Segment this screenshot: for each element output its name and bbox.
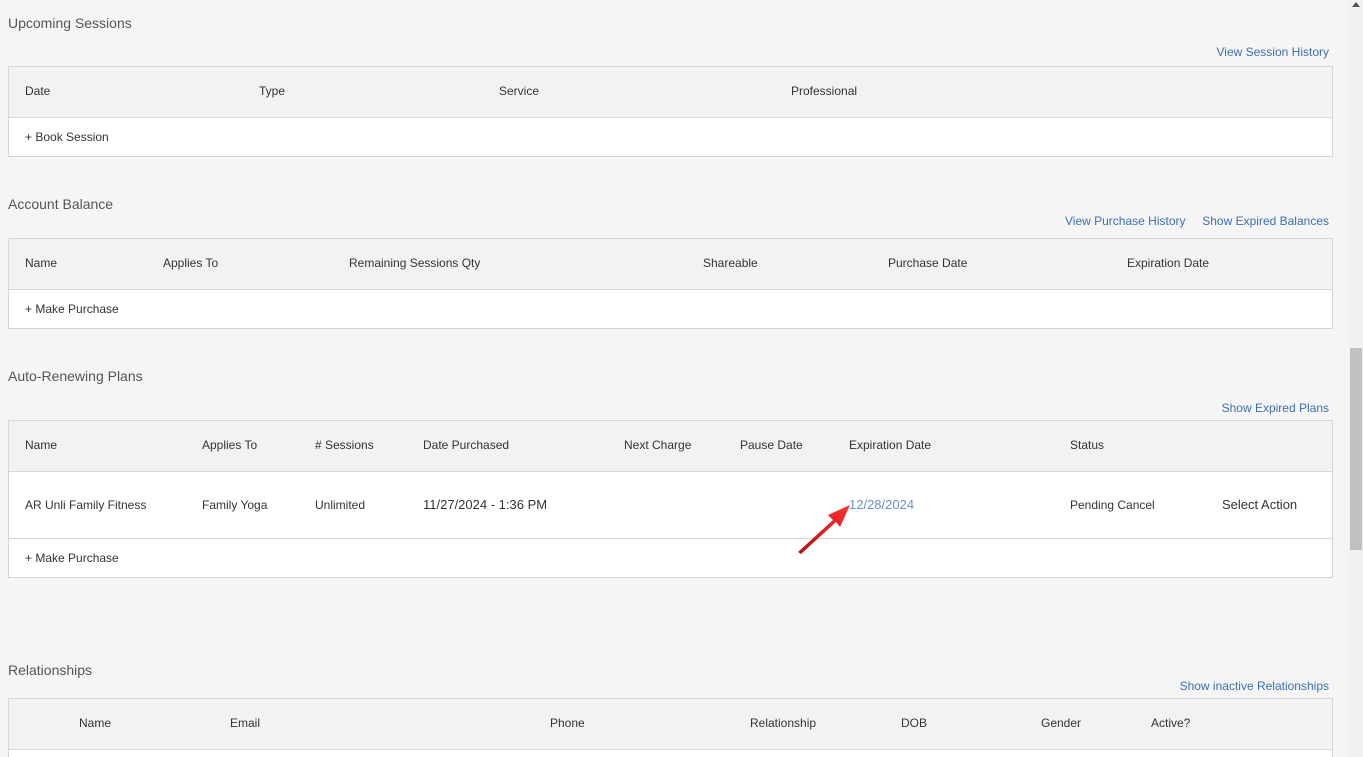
column-header-name: Name [79, 716, 112, 730]
table-header: Name Applies To Remaining Sessions Qty S… [9, 239, 1332, 290]
book-session-link[interactable]: + Book Session [25, 130, 109, 144]
column-header-applies-to: Applies To [163, 256, 219, 270]
column-header-relationship: Relationship [750, 716, 817, 730]
vertical-scrollbar[interactable] [1349, 0, 1363, 757]
show-expired-plans-link[interactable]: Show Expired Plans [1222, 401, 1329, 415]
upcoming-sessions-table: Date Type Service Professional + Book Se… [8, 66, 1333, 157]
view-purchase-history-link[interactable]: View Purchase History [1065, 214, 1186, 228]
scroll-up-arrow-icon[interactable] [1352, 2, 1360, 7]
column-header-gender: Gender [1041, 716, 1082, 730]
plan-name-link[interactable]: AR Unli Family Fitness [25, 498, 146, 512]
column-header-pause-date: Pause Date [740, 438, 803, 452]
column-header-type: Type [259, 84, 286, 98]
applies-to-link[interactable]: Family Yoga [202, 498, 267, 512]
scrollbar-thumb[interactable] [1350, 348, 1362, 550]
column-header-dob: DOB [901, 716, 928, 730]
show-inactive-relationships-link[interactable]: Show inactive Relationships [1180, 679, 1329, 693]
table-row: AR Unli Family Fitness Family Yoga Unlim… [9, 472, 1332, 539]
column-header-name: Name [25, 438, 58, 452]
column-header-expiration-date: Expiration Date [849, 438, 932, 452]
column-header-active: Active? [1151, 716, 1191, 730]
column-header-phone: Phone [550, 716, 585, 730]
column-header-shareable: Shareable [703, 256, 758, 270]
status-value: Pending Cancel [1070, 498, 1155, 512]
account-balance-table: Name Applies To Remaining Sessions Qty S… [8, 238, 1333, 329]
show-expired-balances-link[interactable]: Show Expired Balances [1202, 214, 1329, 228]
column-header-expiration-date: Expiration Date [1127, 256, 1210, 270]
column-header-next-charge: Next Charge [624, 438, 692, 452]
relationships-title: Relationships [8, 662, 93, 678]
table-header: Name Applies To # Sessions Date Purchase… [9, 421, 1332, 472]
column-header-name: Name [25, 256, 58, 270]
auto-renewing-plans-table: Name Applies To # Sessions Date Purchase… [8, 420, 1333, 578]
make-purchase-link[interactable]: + Make Purchase [25, 302, 119, 316]
column-header-status: Status [1070, 438, 1105, 452]
column-header-date: Date [25, 84, 51, 98]
date-purchased-value: 11/27/2024 - 1:36 PM [423, 497, 548, 512]
column-header-professional: Professional [791, 84, 858, 98]
view-session-history-link[interactable]: View Session History [1217, 45, 1330, 59]
upcoming-sessions-title: Upcoming Sessions [8, 15, 132, 31]
table-header: Name Email Phone Relationship DOB Gender… [9, 699, 1332, 750]
select-action-link[interactable]: Select Action [1222, 497, 1297, 512]
column-header-service: Service [499, 84, 540, 98]
column-header-sessions: # Sessions [315, 438, 374, 452]
auto-renewing-plans-title: Auto-Renewing Plans [8, 368, 143, 384]
red-arrow-icon [798, 505, 850, 554]
relationships-table: Name Email Phone Relationship DOB Gender… [8, 698, 1333, 757]
column-header-purchase-date: Purchase Date [888, 256, 968, 270]
table-header: Date Type Service Professional [9, 67, 1332, 118]
column-header-applies-to: Applies To [202, 438, 258, 452]
sessions-value: Unlimited [315, 498, 366, 512]
make-purchase-link[interactable]: + Make Purchase [25, 551, 119, 565]
account-balance-title: Account Balance [8, 196, 114, 212]
column-header-date-purchased: Date Purchased [423, 438, 510, 452]
column-header-remaining-sessions: Remaining Sessions Qty [349, 256, 481, 270]
column-header-email: Email [230, 716, 261, 730]
